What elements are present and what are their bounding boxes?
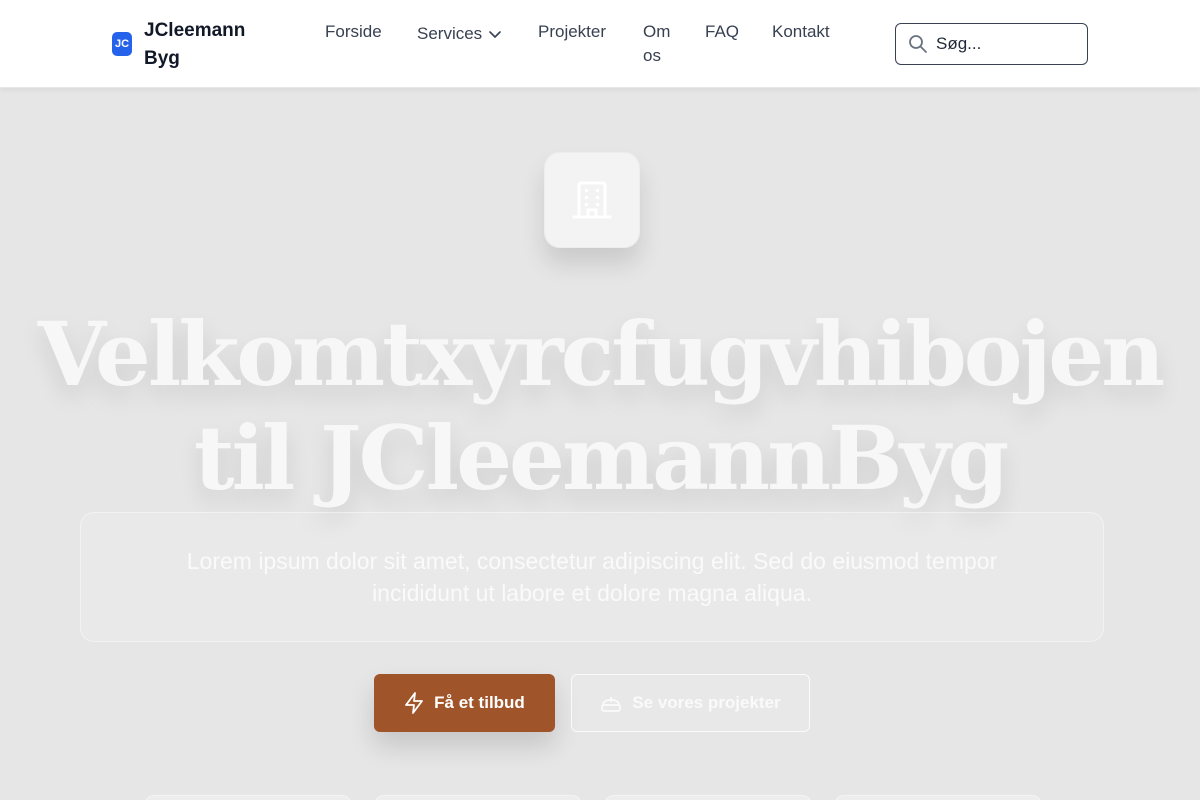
- logo-badge[interactable]: JC: [112, 32, 132, 56]
- nav-services[interactable]: Services: [417, 22, 502, 46]
- hero-description-box: Lorem ipsum dolor sit amet, consectetur …: [80, 512, 1104, 642]
- brand-name[interactable]: JCleemann Byg: [144, 17, 264, 73]
- helmet-icon: [601, 697, 622, 712]
- feature-card: [144, 795, 352, 800]
- building-icon: [572, 181, 612, 219]
- search-input[interactable]: [936, 34, 1076, 54]
- nav-faq[interactable]: FAQ: [705, 20, 739, 44]
- get-quote-label: Få et tilbud: [434, 693, 525, 712]
- search-icon: [909, 35, 927, 53]
- see-projects-button[interactable]: Se vores projekter: [571, 674, 810, 732]
- nav-services-label: Services: [417, 24, 483, 43]
- feature-card: [604, 795, 812, 800]
- see-projects-label: Se vores projekter: [632, 693, 781, 712]
- nav-om-os[interactable]: Om os: [643, 20, 673, 68]
- hero-description: Lorem ipsum dolor sit amet, consectetur …: [186, 548, 998, 606]
- lightning-icon: [405, 692, 424, 714]
- get-quote-button[interactable]: Få et tilbud: [374, 674, 555, 732]
- nav-projekter[interactable]: Projekter: [538, 20, 606, 44]
- hero-building-tile: [544, 152, 640, 248]
- nav-forside[interactable]: Forside: [325, 20, 382, 44]
- chevron-down-icon: [489, 31, 501, 38]
- site-header: JC JCleemann Byg Forside Services Projek…: [0, 0, 1200, 88]
- search-box[interactable]: [895, 23, 1088, 65]
- feature-card: [834, 795, 1042, 800]
- hero-title: Velkomtxyrcfugvhibojen til JCleemannByg: [37, 302, 1166, 510]
- feature-card: [374, 795, 582, 800]
- nav-kontakt[interactable]: Kontakt: [772, 20, 830, 44]
